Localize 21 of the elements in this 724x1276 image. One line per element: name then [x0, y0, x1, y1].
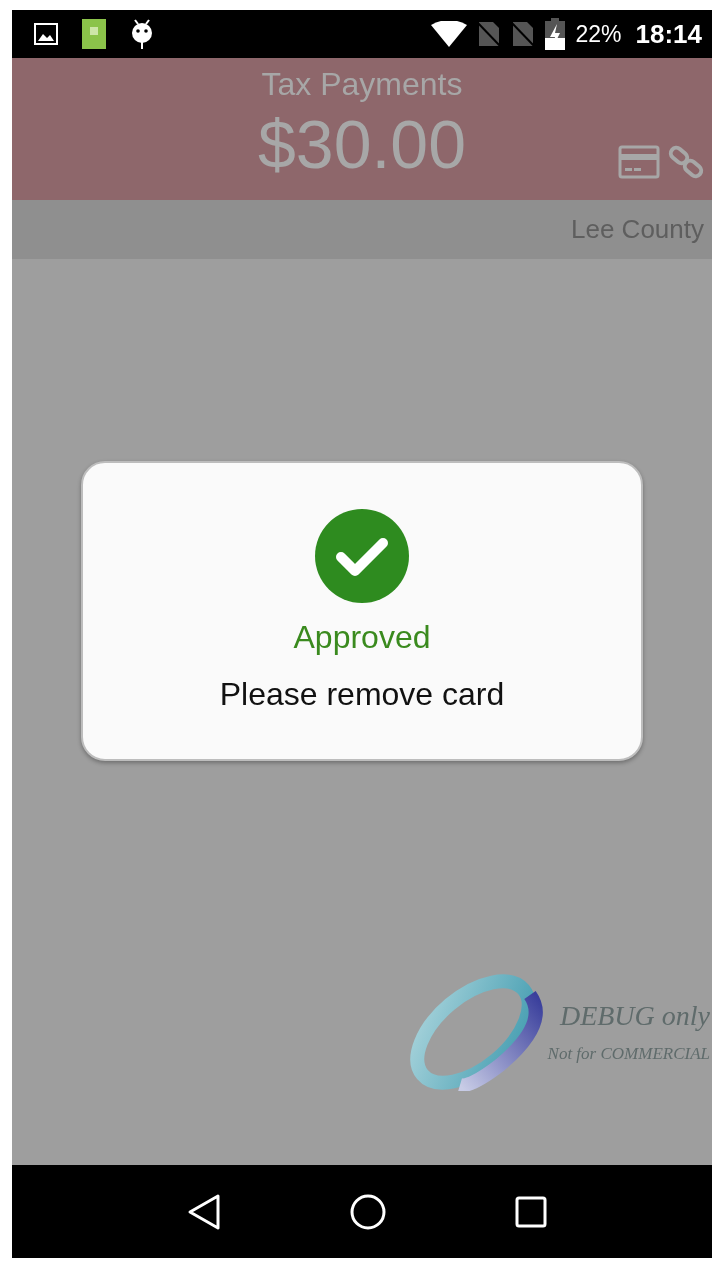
clock-time: 18:14 — [635, 18, 702, 50]
image-icon — [34, 23, 58, 45]
wifi-icon — [431, 21, 468, 47]
battery-charging-icon — [545, 18, 566, 50]
dialog-message: Please remove card — [219, 676, 505, 713]
home-button[interactable] — [350, 1193, 386, 1230]
debug-watermark-text: Not for COMMERCIAL — [547, 1044, 710, 1064]
back-button[interactable] — [186, 1192, 221, 1231]
credit-card-icon — [618, 145, 660, 179]
check-circle-icon — [315, 509, 409, 603]
debug-watermark-text: DEBUG only — [559, 1000, 710, 1032]
no-sim-icon — [511, 20, 536, 48]
app-icon — [82, 19, 106, 49]
approval-status: Approved — [293, 619, 431, 656]
header-title: Tax Payments — [261, 66, 463, 103]
battery-percentage: 22% — [575, 20, 622, 48]
link-icon — [668, 144, 704, 180]
android-icon — [130, 19, 154, 49]
recents-button[interactable] — [515, 1195, 548, 1228]
payment-amount: $30.00 — [258, 105, 466, 183]
no-sim-icon — [477, 20, 502, 48]
